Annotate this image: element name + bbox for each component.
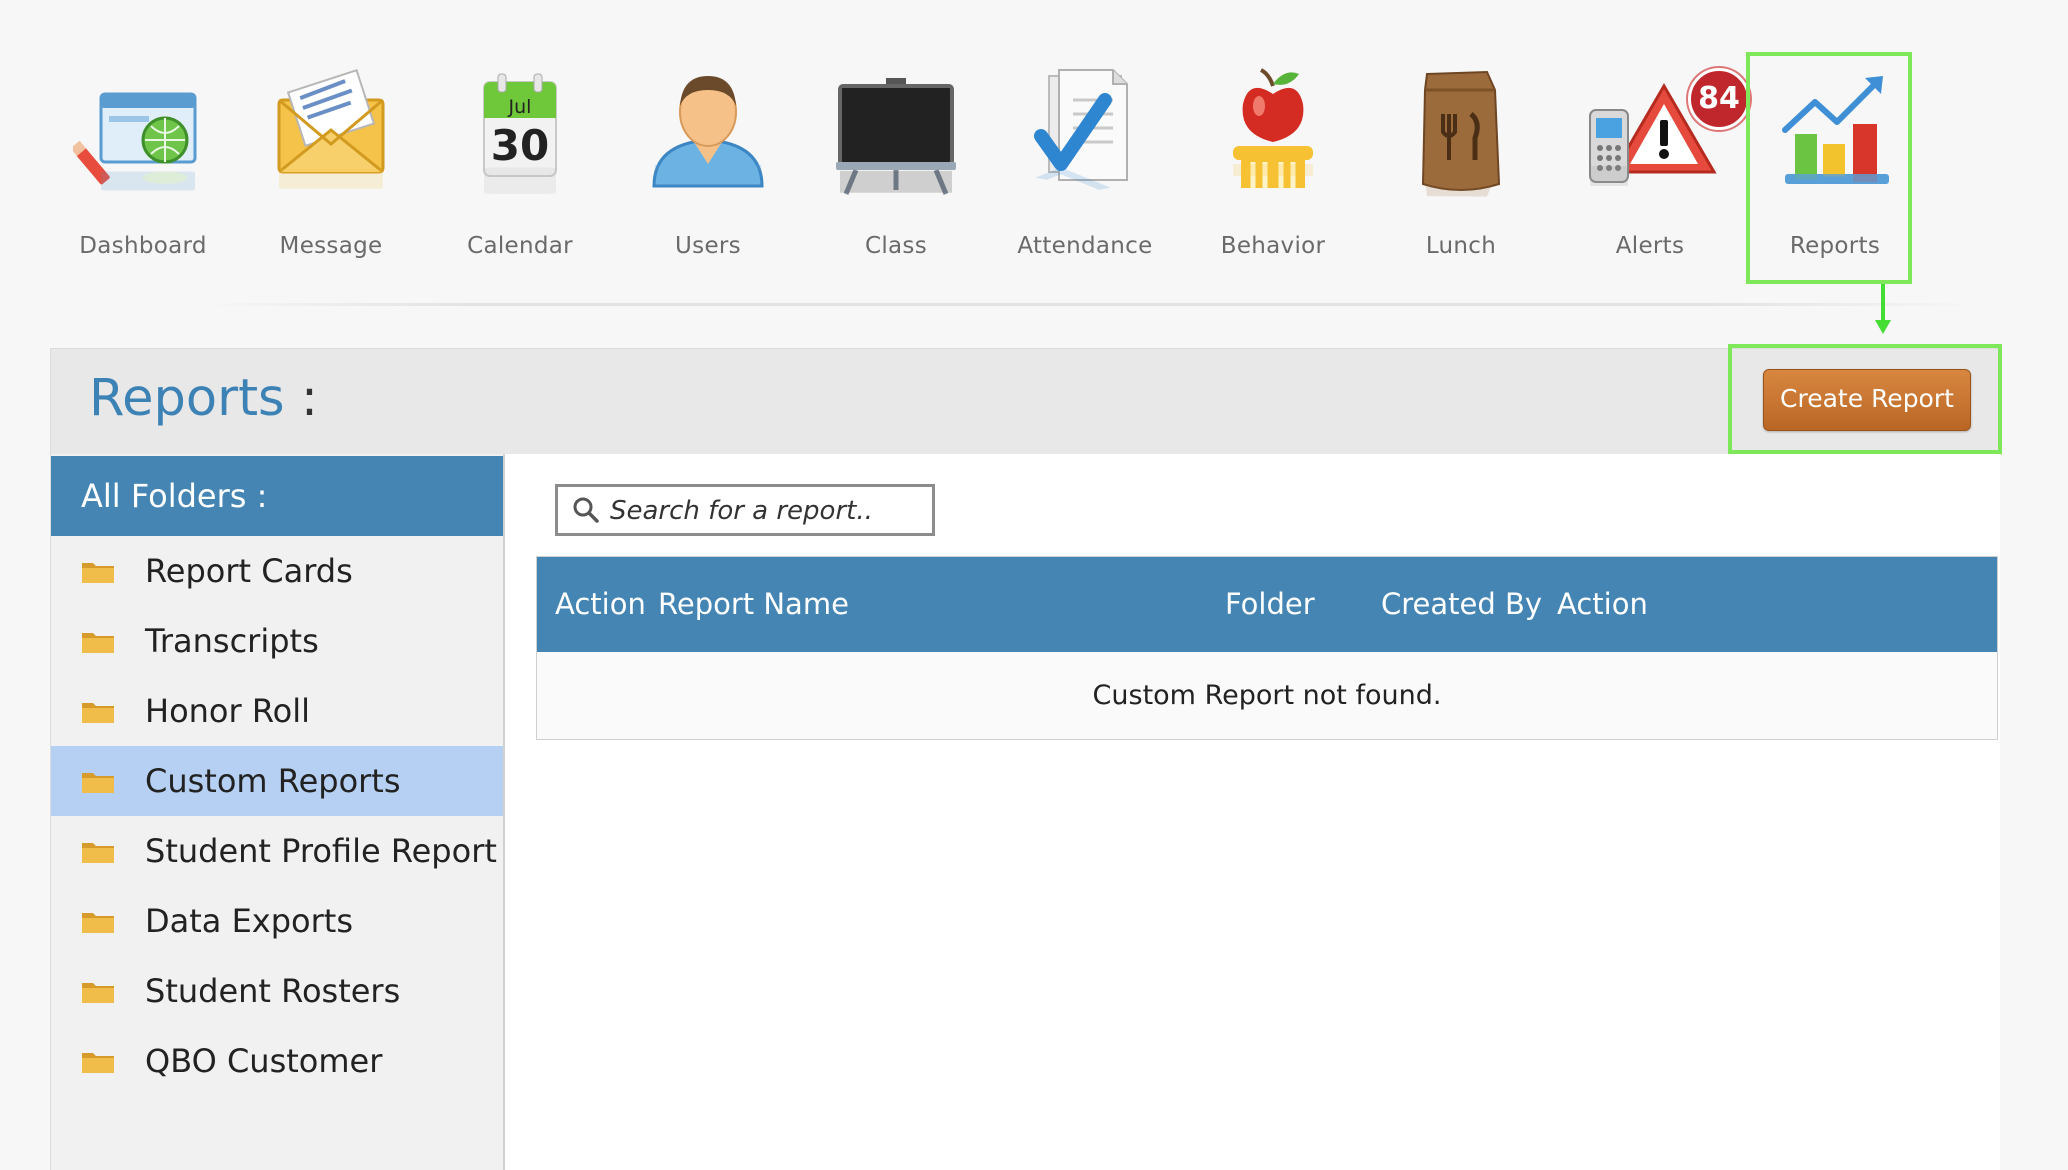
folder-icon (81, 908, 115, 934)
sidebar-heading: All Folders : (51, 456, 503, 536)
column-header-folder[interactable]: Folder (1225, 557, 1315, 652)
folder-label: Student Rosters (145, 972, 401, 1010)
search-input[interactable] (608, 491, 922, 531)
alert-count-badge: 84 (1688, 68, 1750, 130)
folder-label: Honor Roll (145, 692, 310, 730)
folder-item-student-rosters[interactable]: Student Rosters (51, 956, 503, 1026)
folder-icon (81, 558, 115, 584)
column-header-action-2[interactable]: Action (1557, 557, 1648, 652)
nav-users[interactable]: Users (618, 60, 798, 270)
page-title-colon: : (300, 369, 319, 428)
folder-item-report-cards[interactable]: Report Cards (51, 536, 503, 606)
nav-label: Message (279, 233, 383, 259)
column-header-report-name[interactable]: Report Name (658, 557, 849, 652)
nav-label: Dashboard (79, 233, 207, 259)
dashboard-icon-reflection (73, 161, 213, 200)
nav-alerts[interactable]: 84 Alerts (1560, 60, 1750, 270)
folder-icon (81, 978, 115, 1004)
folder-label: Custom Reports (145, 762, 401, 800)
lunch-bag-icon-reflection (1391, 161, 1531, 200)
empty-table-message: Custom Report not found. (1092, 680, 1442, 711)
nav-dashboard[interactable]: Dashboard (53, 60, 233, 270)
checklist-icon-reflection (1015, 161, 1155, 200)
nav-divider (200, 303, 1980, 306)
nav-calendar[interactable]: Jul 30 Calendar (430, 60, 610, 270)
search-icon (573, 497, 599, 523)
folder-icon (81, 698, 115, 724)
folder-item-data-exports[interactable]: Data Exports (51, 886, 503, 956)
nav-label: Lunch (1425, 233, 1497, 259)
nav-label: Class (864, 233, 927, 259)
page-title: Reports : (89, 369, 318, 428)
nav-label: Alerts (1615, 233, 1685, 259)
reports-header: Reports : Create Report (50, 348, 2002, 455)
folder-icon (81, 628, 115, 654)
folder-icon (81, 1048, 115, 1074)
reports-table: Action Report Name Folder Created By Act… (536, 556, 1998, 740)
highlight-arrow-line (1881, 284, 1885, 324)
calendar-icon-reflection (450, 161, 590, 200)
table-body: Custom Report not found. (537, 652, 1997, 739)
folder-label: Transcripts (145, 622, 319, 660)
column-header-created-by[interactable]: Created By (1381, 557, 1542, 652)
page-title-text: Reports (89, 369, 285, 428)
create-report-highlight-box (1728, 344, 2002, 454)
highlight-arrow-head (1875, 320, 1891, 334)
folder-item-transcripts[interactable]: Transcripts (51, 606, 503, 676)
reports-highlight-box (1746, 52, 1912, 284)
calendar-month: Jul (508, 96, 532, 118)
nav-behavior[interactable]: Behavior (1183, 60, 1363, 270)
nav-attendance[interactable]: Attendance (995, 60, 1175, 270)
folder-label: Report Cards (145, 552, 353, 590)
folder-sidebar: All Folders : Report Cards Transcripts H… (50, 454, 506, 1170)
folder-label: Data Exports (145, 902, 353, 940)
nav-label: Calendar (467, 233, 573, 259)
nav-message[interactable]: Message (241, 60, 421, 270)
folder-icon (81, 768, 115, 794)
folder-label: Student Profile Report (145, 832, 497, 870)
folder-icon (81, 838, 115, 864)
user-icon-reflection (638, 161, 778, 200)
alert-icon-reflection (1580, 161, 1720, 200)
report-list-panel: Action Report Name Folder Created By Act… (505, 454, 2000, 1170)
search-box (555, 484, 935, 536)
apple-icon-reflection (1203, 161, 1343, 200)
nav-label: Attendance (1017, 233, 1153, 259)
table-header: Action Report Name Folder Created By Act… (537, 557, 1997, 652)
folder-item-honor-roll[interactable]: Honor Roll (51, 676, 503, 746)
column-header-action[interactable]: Action (555, 557, 646, 652)
nav-label: Behavior (1220, 233, 1326, 259)
nav-class[interactable]: Class (806, 60, 986, 270)
folder-item-qbo-customer[interactable]: QBO Customer (51, 1026, 503, 1096)
envelope-icon-reflection (261, 161, 401, 200)
folder-item-student-profile-report[interactable]: Student Profile Report (51, 816, 503, 886)
folder-label: QBO Customer (145, 1042, 383, 1080)
folder-item-custom-reports[interactable]: Custom Reports (51, 746, 503, 816)
nav-label: Users (675, 233, 741, 259)
chalkboard-icon-reflection (826, 161, 966, 200)
nav-lunch[interactable]: Lunch (1371, 60, 1551, 270)
